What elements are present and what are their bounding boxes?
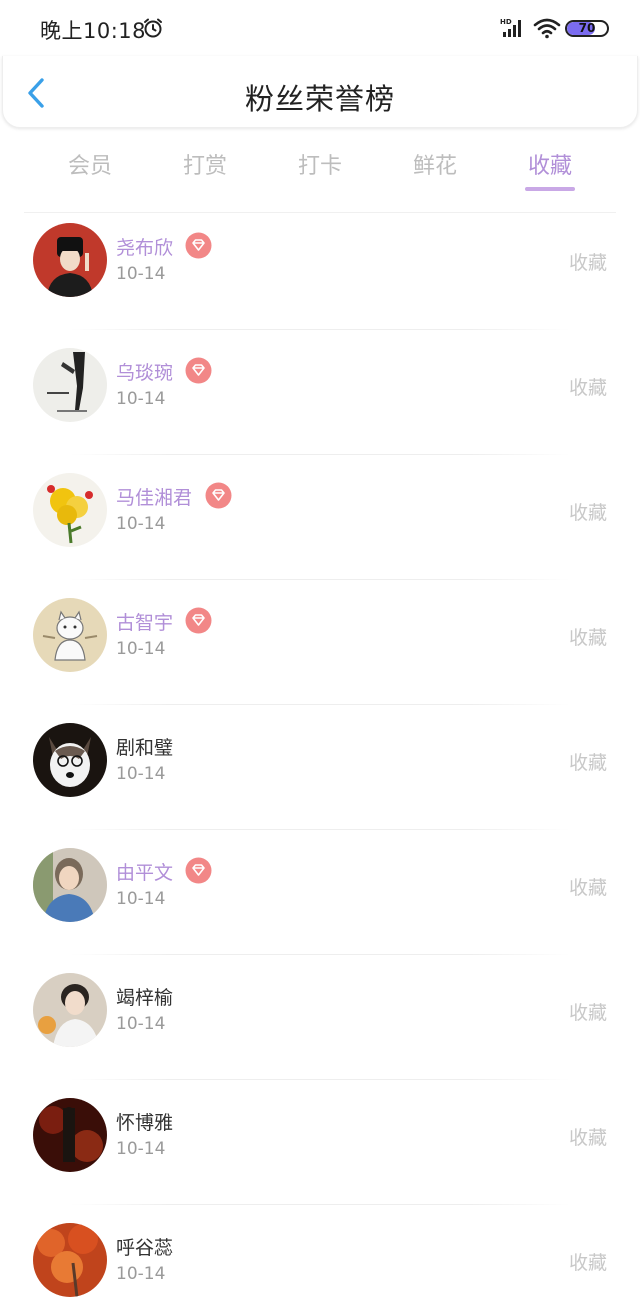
row-divider <box>70 954 570 955</box>
row-divider <box>70 579 570 580</box>
fan-row[interactable]: 尧布欣 10-14 收藏 <box>0 213 640 338</box>
wifi-icon <box>533 18 561 39</box>
fan-row[interactable]: 由平文 10-14 收藏 <box>0 838 640 963</box>
tab-flowers[interactable]: 鲜花 <box>400 148 470 180</box>
autumn-leaves-avatar[interactable] <box>33 1223 107 1297</box>
row-divider <box>70 1079 570 1080</box>
tab-rewards[interactable]: 打赏 <box>170 148 240 180</box>
action-label: 收藏 <box>568 377 607 399</box>
row-divider <box>70 829 570 830</box>
fan-row[interactable]: 马佳湘君 10-14 收藏 <box>0 463 640 588</box>
status-time: 晚上10:18 <box>40 19 147 43</box>
fan-name: 竭梓榆 <box>116 987 174 1009</box>
fan-date: 10-14 <box>116 264 166 284</box>
tab-checkin[interactable]: 打卡 <box>285 148 355 180</box>
action-label: 收藏 <box>568 502 607 524</box>
fan-row[interactable]: 古智宇 10-14 收藏 <box>0 588 640 713</box>
woman-illustration-avatar[interactable] <box>33 223 107 297</box>
action-label: 收藏 <box>568 752 607 774</box>
alarm-clock-icon <box>144 18 162 38</box>
action-label: 收藏 <box>568 252 607 274</box>
active-tab-indicator <box>525 187 575 191</box>
fan-name: 马佳湘君 <box>116 487 193 509</box>
fan-name: 由平文 <box>116 862 174 884</box>
fan-date: 10-14 <box>116 764 166 784</box>
fan-row[interactable]: 乌琰琬 10-14 收藏 <box>0 338 640 463</box>
row-divider <box>70 1204 570 1205</box>
fan-row[interactable]: 呼谷蕊 10-14 收藏 <box>0 1213 640 1308</box>
page-title: 粉丝荣誉榜 <box>244 82 395 116</box>
action-label: 收藏 <box>568 1127 607 1149</box>
fan-date: 10-14 <box>116 514 166 534</box>
figure-sketch-avatar[interactable] <box>33 348 107 422</box>
fan-date: 10-14 <box>116 1139 166 1159</box>
cartoon-cat-avatar[interactable] <box>33 598 107 672</box>
fan-row[interactable]: 怀博雅 10-14 收藏 <box>0 1088 640 1213</box>
tab-bar: 会员 打赏 打卡 鲜花 收藏 <box>0 140 640 192</box>
action-label: 收藏 <box>568 1002 607 1024</box>
cellular-signal-icon: HD <box>500 18 521 37</box>
fan-name: 剧和璧 <box>116 737 174 759</box>
navigation-header: 粉丝荣誉榜 <box>2 56 638 128</box>
row-divider <box>70 704 570 705</box>
diamond-vip-icon <box>185 357 212 384</box>
diamond-vip-icon <box>185 857 212 884</box>
fan-date: 10-14 <box>116 889 166 909</box>
fan-date: 10-14 <box>116 389 166 409</box>
tab-members[interactable]: 会员 <box>55 148 125 180</box>
fan-name: 古智宇 <box>116 612 174 634</box>
fan-row[interactable]: 剧和璧 10-14 收藏 <box>0 713 640 838</box>
action-label: 收藏 <box>568 1252 607 1274</box>
woman-photo-avatar[interactable] <box>33 848 107 922</box>
row-divider <box>70 454 570 455</box>
row-divider <box>70 329 570 330</box>
fan-date: 10-14 <box>116 1014 166 1034</box>
action-label: 收藏 <box>568 877 607 899</box>
diamond-vip-icon <box>185 232 212 259</box>
battery-indicator: 70 <box>565 20 609 37</box>
fan-name: 怀博雅 <box>116 1112 174 1134</box>
fan-name: 乌琰琬 <box>116 362 174 384</box>
status-bar: 晚上10:18 HD 70 <box>0 0 640 56</box>
diamond-vip-icon <box>185 607 212 634</box>
fan-date: 10-14 <box>116 1264 166 1284</box>
dark-red-scene-avatar[interactable] <box>33 1098 107 1172</box>
tab-favorites[interactable]: 收藏 <box>515 148 585 180</box>
husky-dog-avatar[interactable] <box>33 723 107 797</box>
young-man-avatar[interactable] <box>33 973 107 1047</box>
fan-date: 10-14 <box>116 639 166 659</box>
fan-name: 呼谷蕊 <box>116 1237 174 1259</box>
action-label: 收藏 <box>568 627 607 649</box>
diamond-vip-icon <box>205 482 232 509</box>
battery-level-text: 70 <box>578 21 596 35</box>
fan-row[interactable]: 竭梓榆 10-14 收藏 <box>0 963 640 1088</box>
fan-name: 尧布欣 <box>116 237 174 259</box>
network-badge: HD <box>500 18 512 26</box>
yellow-flowers-avatar[interactable] <box>33 473 107 547</box>
